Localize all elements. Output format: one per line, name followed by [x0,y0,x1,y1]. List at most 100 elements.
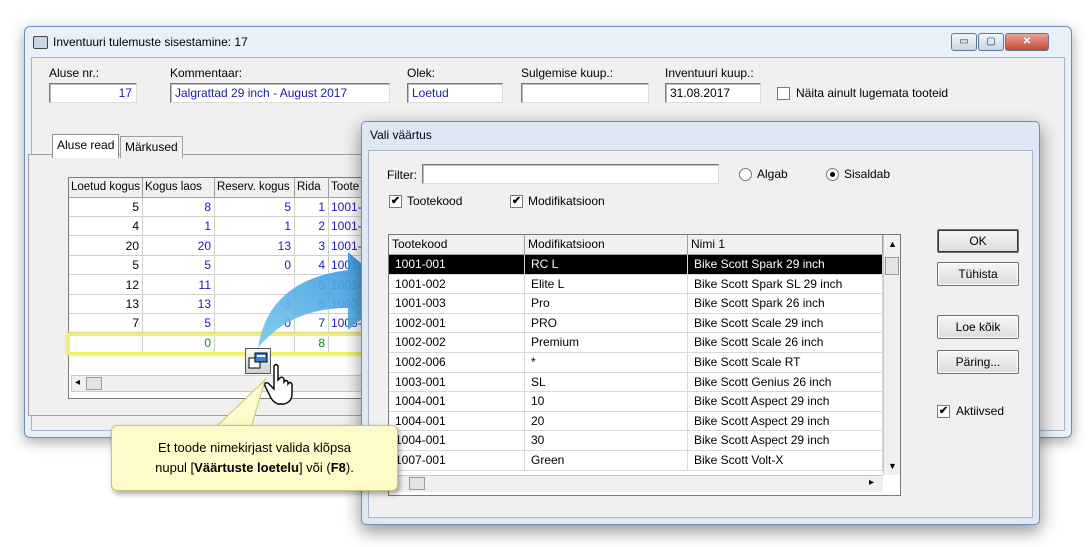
table-cell[interactable]: Bike Scott Volt-X [688,451,883,471]
minimize-button[interactable]: ▭ [951,33,977,51]
table-cell[interactable]: 1002-006 [389,353,525,373]
table-row[interactable]: 1001-001 RC L Bike Scott Spark 29 inch [389,255,883,275]
table-cell[interactable]: * [525,353,688,373]
table-cell[interactable]: Bike Scott Aspect 29 inch [688,392,883,412]
table-cell[interactable]: RC L [525,255,688,275]
aktiivsed-checkbox[interactable]: ✔ [937,405,950,418]
table-cell[interactable]: Bike Scott Aspect 29 inch [688,431,883,451]
table-cell[interactable]: 1002-001 [389,313,525,334]
table-row[interactable]: 1002-002 Premium Bike Scott Scale 26 inch [389,333,883,353]
vertical-scrollbar[interactable]: ▲ ▼ [883,235,900,475]
loe-koik-button[interactable]: Loe kõik [937,315,1019,339]
olek-field[interactable]: Loetud [407,83,503,103]
table-cell[interactable]: 1004-001 [389,392,525,412]
sulgemise-field[interactable] [521,83,649,103]
table-cell[interactable]: Bike Scott Scale RT [688,353,883,373]
tootekood-checkbox[interactable]: ✔ [389,195,402,208]
grid-cell[interactable]: 5 [215,198,295,217]
table-cell[interactable]: Premium [525,333,688,353]
filter-input[interactable] [422,164,719,184]
radio-algab[interactable] [739,168,752,181]
grid-cell[interactable]: 20 [69,236,143,256]
table-cell[interactable]: Bike Scott Spark 26 inch [688,294,883,314]
column-header[interactable]: Modifikatsioon [525,235,688,255]
scroll-thumb[interactable] [86,377,102,390]
scroll-down-icon[interactable]: ▼ [888,461,897,471]
table-cell[interactable]: Green [525,451,688,471]
aluse-nr-field[interactable]: 17 [49,83,137,103]
radio-sisaldab[interactable] [826,168,839,181]
ok-button[interactable]: OK [937,229,1019,253]
tab-aluse-read[interactable]: Aluse read [52,134,120,158]
scroll-left-icon[interactable]: ◂ [75,377,80,388]
table-row[interactable]: 1002-001 PRO Bike Scott Scale 29 inch [389,313,883,334]
tab-markused[interactable]: Märkused [120,136,183,158]
close-button[interactable]: ✕ [1005,33,1049,51]
table-row[interactable]: 1001-002 Elite L Bike Scott Spark SL 29 in… [389,274,883,295]
table-cell[interactable]: Bike Scott Aspect 29 inch [688,411,883,432]
grid-cell[interactable]: 5 [69,198,143,217]
grid-cell[interactable]: 5 [143,314,215,334]
scroll-right-icon[interactable]: ▸ [869,477,874,488]
naita-checkbox[interactable] [777,87,790,100]
table-row[interactable]: 1007-001 Green Bike Scott Volt-X [389,451,883,471]
table-cell[interactable]: 1001-002 [389,274,525,295]
table-cell[interactable]: Bike Scott Spark 29 inch [688,255,883,275]
table-cell[interactable]: 1001-001 [389,255,525,275]
scroll-thumb[interactable] [409,477,425,490]
table-cell[interactable]: 1003-001 [389,372,525,393]
horizontal-scrollbar[interactable]: ▸ [389,475,883,492]
grid-cell[interactable]: 5 [69,256,143,276]
grid-cell[interactable]: 13 [69,295,143,314]
dialog-title: Vali väärtus [370,128,432,142]
table-cell[interactable]: Bike Scott Scale 26 inch [688,333,883,353]
column-header[interactable]: Kogus laos [143,178,215,198]
tuhista-button[interactable]: Tühista [937,262,1019,286]
column-header[interactable]: Rida [295,178,329,198]
table-cell[interactable]: Elite L [525,274,688,295]
table-row[interactable]: 1003-001 SL Bike Scott Genius 26 inch [389,372,883,393]
grid-cell[interactable]: 5 [143,256,215,276]
inventuuri-field[interactable]: 31.08.2017 [665,83,761,103]
table-row[interactable]: 1004-001 20 Bike Scott Aspect 29 inch [389,411,883,432]
table-cell[interactable]: 1002-002 [389,333,525,353]
grid-cell[interactable]: 20 [143,236,215,256]
grid-cell[interactable]: 13 [143,295,215,314]
column-header[interactable]: Loetud kogus [69,178,143,198]
grid-cell[interactable]: 12 [69,275,143,295]
table-row[interactable]: 1004-001 10 Bike Scott Aspect 29 inch [389,392,883,412]
kommentaar-field[interactable]: Jalgrattad 29 inch - August 2017 [170,83,390,103]
table-cell[interactable]: 10 [525,392,688,412]
grid-cell[interactable]: 7 [69,314,143,334]
table-row[interactable]: 1002-006 * Bike Scott Scale RT [389,353,883,373]
table-cell[interactable]: 30 [525,431,688,451]
column-header[interactable]: Tootekood [389,235,525,255]
grid-cell[interactable]: 1 [295,198,329,217]
table-cell[interactable]: 1007-001 [389,451,525,471]
grid-cell[interactable]: 8 [143,198,215,217]
paring-button[interactable]: Päring... [937,350,1019,374]
grid-cell[interactable]: 1 [143,217,215,237]
table-cell[interactable]: PRO [525,313,688,334]
scroll-thumb[interactable] [885,257,899,275]
table-cell[interactable]: Bike Scott Scale 29 inch [688,313,883,334]
table-cell[interactable]: SL [525,372,688,393]
column-header[interactable]: Nimi 1 [688,235,883,255]
table-row[interactable]: 1001-003 Pro Bike Scott Spark 26 inch [389,294,883,314]
table-cell[interactable]: Bike Scott Genius 26 inch [688,372,883,393]
table-cell[interactable]: 20 [525,411,688,432]
table-cell[interactable]: 1001-003 [389,294,525,314]
table-cell[interactable]: Pro [525,294,688,314]
table-cell[interactable]: 1004-001 [389,411,525,432]
table-row[interactable]: 1004-001 30 Bike Scott Aspect 29 inch [389,431,883,451]
callout-bold: F8 [330,460,346,475]
grid-cell[interactable]: 4 [69,217,143,237]
table-cell[interactable]: Bike Scott Spark SL 29 inch [688,274,883,295]
grid-cell[interactable]: 11 [143,275,215,295]
maximize-button[interactable]: ▢ [978,33,1004,51]
scroll-up-icon[interactable]: ▲ [888,239,897,249]
vaartus-grid[interactable]: Tootekood Modifikatsioon Nimi 1 1001-001… [388,234,901,496]
table-cell[interactable]: 1004-001 [389,431,525,451]
column-header[interactable]: Reserv. kogus [215,178,295,198]
modifikatsioon-checkbox[interactable]: ✔ [510,195,523,208]
